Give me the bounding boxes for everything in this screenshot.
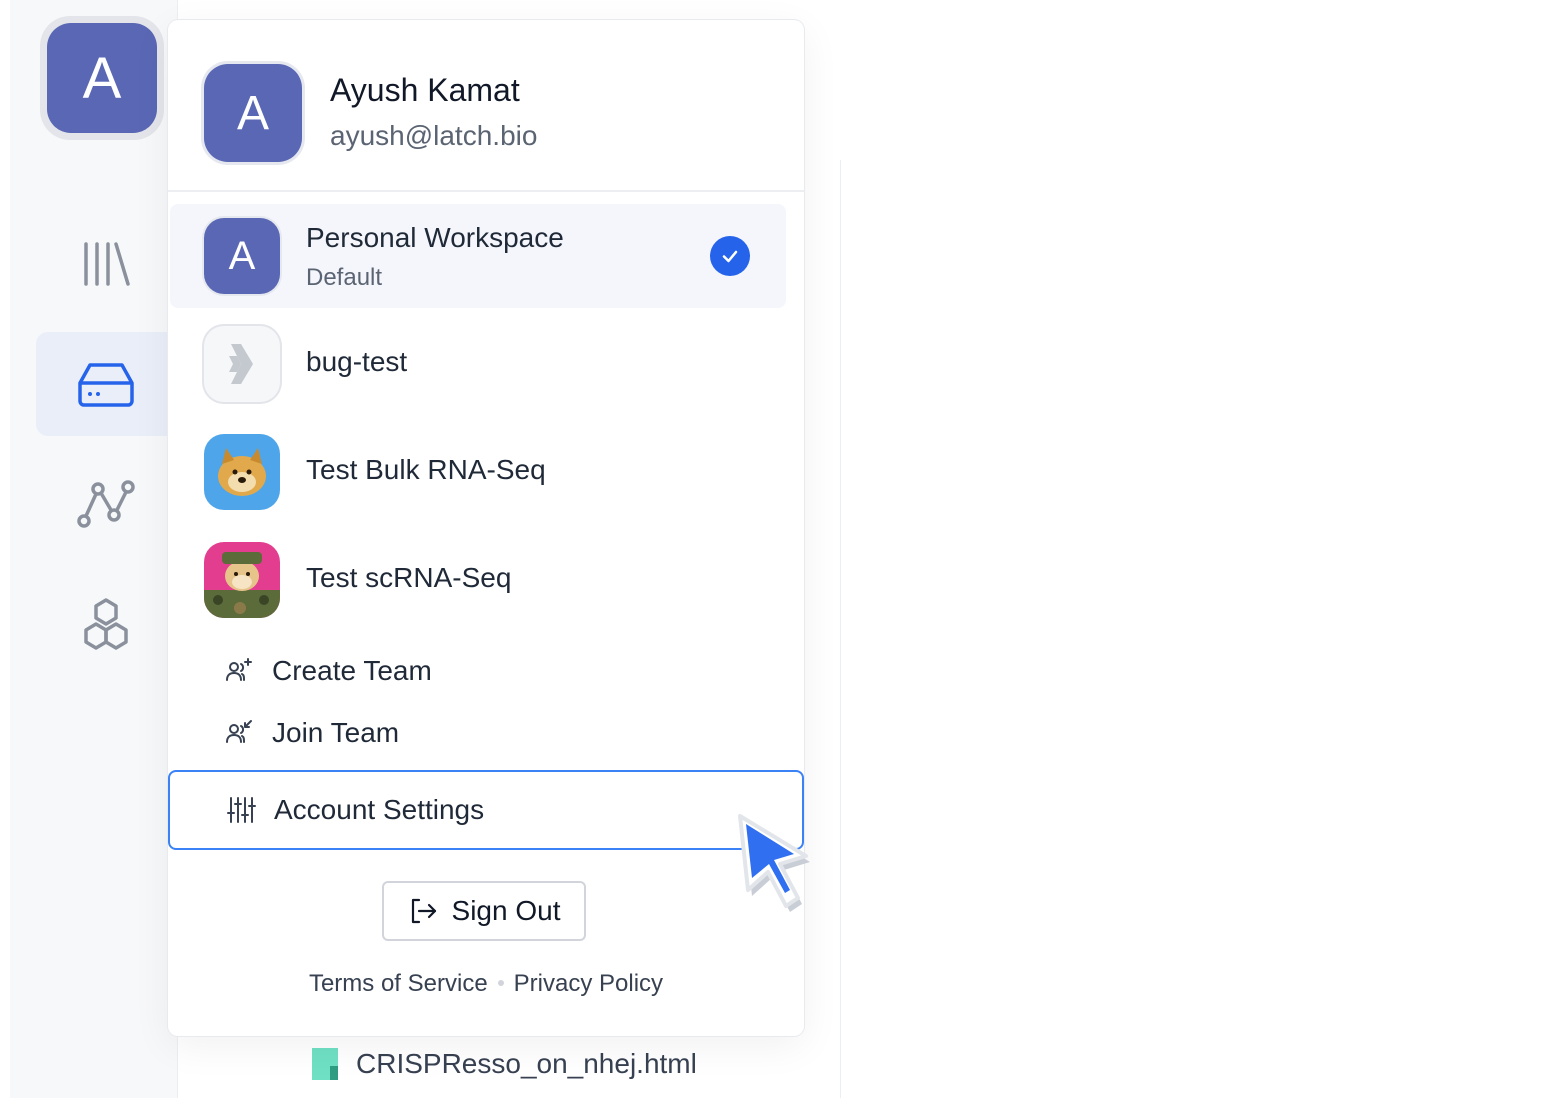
drive-icon	[78, 363, 134, 407]
workspace-name: Personal Workspace	[306, 222, 564, 253]
workspace-subtitle: Default	[306, 264, 383, 291]
join-team-button[interactable]: Join Team	[224, 711, 399, 755]
account-menu: A Ayush Kamat ayush@latch.bio A Personal…	[168, 20, 804, 1036]
workspace-name: Test Bulk RNA-Seq	[306, 454, 546, 485]
file-list-item[interactable]: CRISPResso_on_nhej.html	[312, 1044, 697, 1084]
sign-out-icon	[411, 898, 436, 924]
privacy-policy-link[interactable]: Privacy Policy	[514, 970, 663, 997]
profile-avatar: A	[204, 64, 302, 162]
create-team-label: Create Team	[272, 655, 432, 686]
separator-dot	[497, 980, 504, 986]
account-settings-row: Account Settings	[226, 788, 484, 832]
workspace-name: bug-test	[306, 346, 408, 377]
check-icon	[710, 236, 750, 276]
account-avatar-letter: A	[47, 23, 157, 133]
workspace-item-bulk-rna-seq[interactable]: Test Bulk RNA-Seq	[170, 420, 786, 524]
profile-header: A Ayush Kamat ayush@latch.bio	[168, 20, 804, 192]
mouse-pointer-icon	[738, 814, 810, 912]
terms-of-service-link[interactable]: Terms of Service	[309, 970, 488, 997]
account-avatar-button[interactable]: A	[40, 16, 164, 140]
html-file-icon	[312, 1048, 338, 1080]
nav-item-registry[interactable]	[36, 572, 176, 676]
account-settings-label: Account Settings	[274, 794, 485, 825]
graph-icon	[77, 480, 135, 528]
user-join-icon	[226, 720, 252, 743]
workspace-item-personal[interactable]: A Personal Workspace Default	[170, 204, 786, 308]
latch-logo-icon	[204, 326, 280, 402]
sign-out-label: Sign Out	[451, 895, 561, 926]
dog-avatar-blue	[204, 434, 280, 510]
workspace-avatar: A	[204, 218, 280, 294]
library-icon	[84, 242, 130, 286]
workspace-item-bug-test[interactable]: bug-test	[170, 312, 786, 416]
nav-item-workflows[interactable]	[36, 452, 176, 556]
workspace-name: Test scRNA-Seq	[306, 562, 512, 593]
sign-out-button[interactable]: Sign Out	[382, 881, 586, 941]
nav-item-library[interactable]	[36, 212, 176, 316]
profile-name: Ayush Kamat	[330, 72, 520, 108]
user-plus-icon	[226, 658, 252, 681]
sliders-icon	[227, 797, 256, 823]
workspace-item-scrna-seq[interactable]: Test scRNA-Seq	[170, 528, 786, 632]
dog-avatar-pink	[204, 542, 280, 618]
create-team-button[interactable]: Create Team	[224, 649, 432, 693]
join-team-label: Join Team	[272, 717, 400, 748]
menu-footer: Terms of Service Privacy Policy	[168, 970, 804, 998]
nav-rail: A	[10, 0, 178, 1098]
app-stage: A CRISPResso_on_nhej.html A Ayush Kamat …	[0, 0, 1542, 1098]
nav-item-data[interactable]	[36, 332, 176, 436]
account-settings-button[interactable]: Account Settings	[168, 770, 804, 850]
hexagons-icon	[84, 598, 128, 650]
profile-email: ayush@latch.bio	[330, 120, 538, 151]
file-name: CRISPResso_on_nhej.html	[356, 1048, 697, 1079]
